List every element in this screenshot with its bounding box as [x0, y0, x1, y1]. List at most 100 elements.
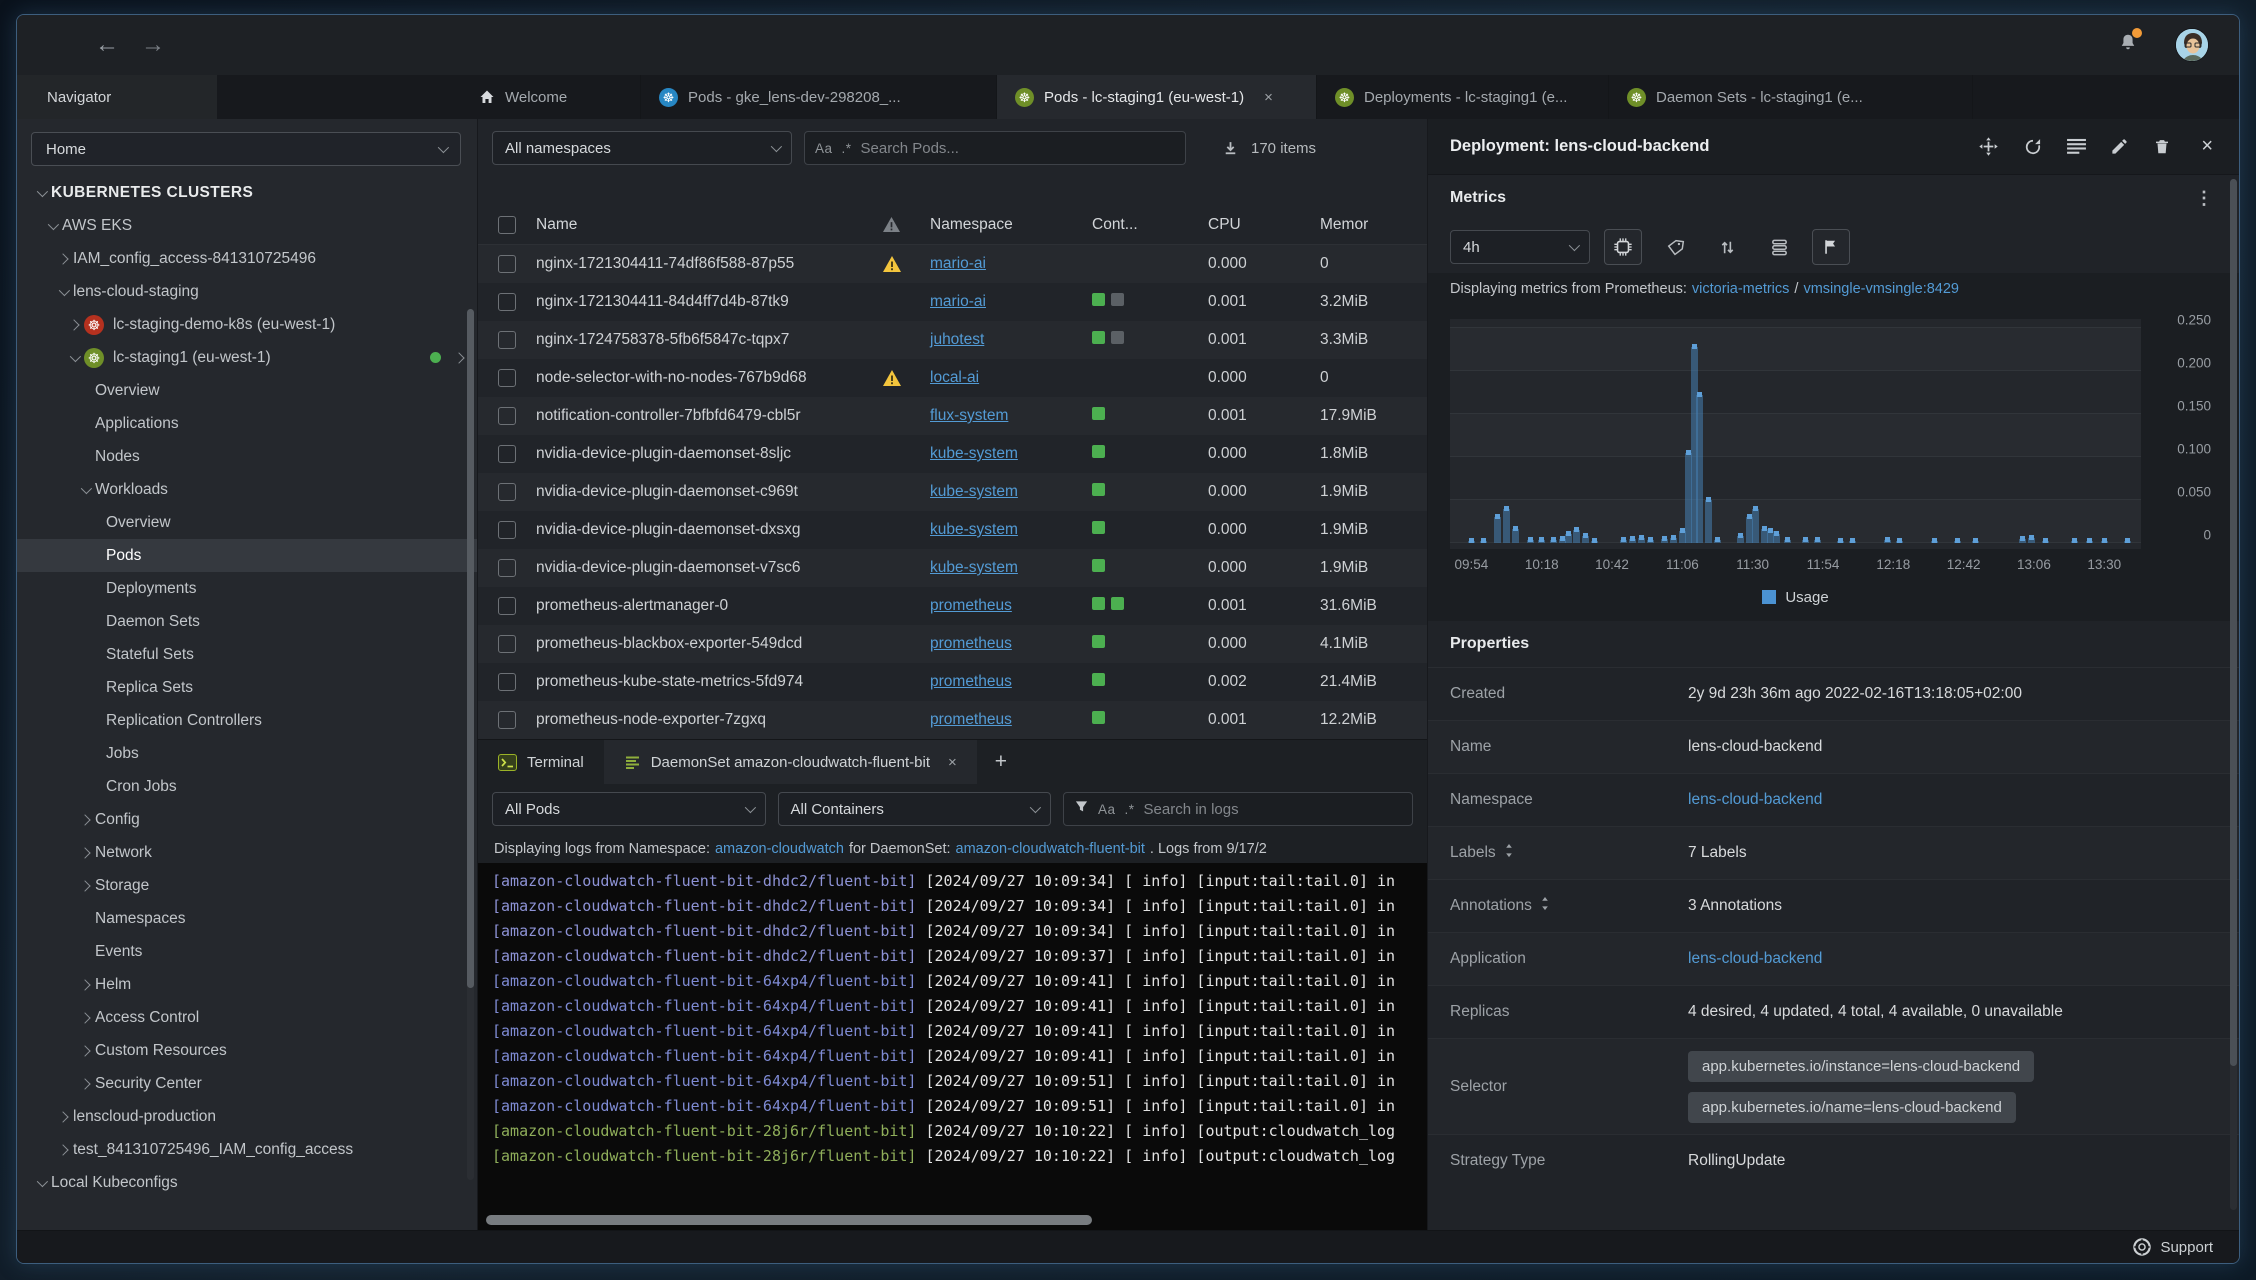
close-icon[interactable]: ×: [1264, 89, 1273, 106]
column-cpu[interactable]: CPU: [1208, 216, 1320, 234]
notifications-button[interactable]: [2117, 27, 2142, 59]
sidebar-item-access-control[interactable]: Access Control: [17, 1001, 477, 1034]
sidebar-item-custom-resources[interactable]: Custom Resources: [17, 1034, 477, 1067]
table-row[interactable]: prometheus-node-exporter-7zgxq prometheus…: [478, 701, 1427, 739]
table-row[interactable]: nvidia-device-plugin-daemonset-dxsxg kube…: [478, 511, 1427, 549]
close-icon[interactable]: ×: [2201, 135, 2213, 158]
row-checkbox[interactable]: [498, 673, 516, 691]
trash-icon[interactable]: [2153, 137, 2171, 156]
row-checkbox[interactable]: [498, 521, 516, 539]
row-checkbox[interactable]: [498, 483, 516, 501]
tag-icon[interactable]: [1656, 229, 1694, 265]
forward-arrow-icon[interactable]: →: [141, 33, 165, 57]
selector-badge[interactable]: app.kubernetes.io/instance=lens-cloud-ba…: [1688, 1050, 2035, 1082]
row-checkbox[interactable]: [498, 331, 516, 349]
table-row[interactable]: nvidia-device-plugin-daemonset-8sljc kube…: [478, 435, 1427, 473]
namespace-link[interactable]: prometheus: [930, 673, 1012, 690]
flag-icon[interactable]: [1812, 229, 1850, 265]
table-row[interactable]: prometheus-blackbox-exporter-549dcd prome…: [478, 625, 1427, 663]
match-case-icon[interactable]: Aa: [1098, 802, 1116, 817]
chart-plot-area[interactable]: [1450, 319, 2141, 549]
refresh-icon[interactable]: [2023, 137, 2043, 157]
property-value-link[interactable]: lens-cloud-backend: [1688, 791, 1822, 809]
table-row[interactable]: prometheus-alertmanager-0 prometheus 0.001…: [478, 587, 1427, 625]
sidebar-item-aws-eks[interactable]: AWS EKS: [17, 209, 477, 242]
log-search-input[interactable]: [1143, 800, 1402, 818]
namespace-link[interactable]: prometheus: [930, 597, 1012, 614]
sidebar-item-storage[interactable]: Storage: [17, 869, 477, 902]
row-checkbox[interactable]: [498, 711, 516, 729]
stack-icon[interactable]: [1760, 229, 1798, 265]
namespace-link[interactable]: mario-ai: [930, 255, 986, 272]
row-checkbox[interactable]: [498, 445, 516, 463]
row-checkbox[interactable]: [498, 255, 516, 273]
sidebar-item-applications[interactable]: Applications: [17, 407, 477, 440]
table-row[interactable]: nginx-1721304411-84d4ff7d4b-87tk9 mario-a…: [478, 283, 1427, 321]
table-row[interactable]: nvidia-device-plugin-daemonset-v7sc6 kube…: [478, 549, 1427, 587]
move-icon[interactable]: [1978, 136, 1999, 157]
sidebar-item-lc-staging1-eu-west-1-[interactable]: ☸ lc-staging1 (eu-west-1): [17, 341, 477, 374]
sidebar-item-overview[interactable]: Overview: [17, 506, 477, 539]
log-daemonset-link[interactable]: amazon-cloudwatch-fluent-bit: [956, 841, 1145, 857]
column-containers[interactable]: Cont...: [1092, 216, 1208, 234]
table-row[interactable]: nginx-1721304411-74df86f588-87p55 mario-a…: [478, 245, 1427, 283]
namespace-link[interactable]: mario-ai: [930, 293, 986, 310]
sidebar-item-cron-jobs[interactable]: Cron Jobs: [17, 770, 477, 803]
row-checkbox[interactable]: [498, 407, 516, 425]
table-row[interactable]: nvidia-device-plugin-daemonset-c969t kube…: [478, 473, 1427, 511]
row-checkbox[interactable]: [498, 635, 516, 653]
vmsingle-link[interactable]: vmsingle-vmsingle:8429: [1803, 281, 1959, 297]
chart-legend[interactable]: Usage: [1450, 579, 2141, 615]
regex-icon[interactable]: .*: [842, 141, 852, 156]
sidebar-item-test-841310725496-iam-config-acces[interactable]: test_841310725496_IAM_config_access: [17, 1133, 477, 1166]
select-all-checkbox[interactable]: [498, 215, 516, 234]
namespace-link[interactable]: prometheus: [930, 711, 1012, 728]
table-row[interactable]: prometheus-kube-state-metrics-5fd974 prom…: [478, 663, 1427, 701]
tab-deployments-lc-staging1-e-[interactable]: ☸ Deployments - lc-staging1 (e...: [1317, 75, 1609, 119]
sidebar-item-local-kubeconfigs[interactable]: Local Kubeconfigs: [17, 1166, 477, 1199]
sidebar-item-workloads[interactable]: Workloads: [17, 473, 477, 506]
prometheus-link[interactable]: victoria-metrics: [1692, 281, 1789, 297]
column-namespace[interactable]: Namespace: [930, 216, 1092, 234]
download-icon[interactable]: [1222, 140, 1239, 157]
row-checkbox[interactable]: [498, 559, 516, 577]
sidebar-scrollbar[interactable]: [467, 309, 474, 1180]
new-dock-tab-button[interactable]: +: [977, 740, 1025, 784]
context-select[interactable]: Home: [31, 132, 461, 166]
sidebar-item-daemon-sets[interactable]: Daemon Sets: [17, 605, 477, 638]
sidebar-item-iam-config-access-841310725496[interactable]: IAM_config_access-841310725496: [17, 242, 477, 275]
row-checkbox[interactable]: [498, 369, 516, 387]
namespace-filter-select[interactable]: All namespaces: [492, 131, 792, 165]
tab-pods-gke-lens-dev-298208-[interactable]: ☸ Pods - gke_lens-dev-298208_...: [641, 75, 997, 119]
sidebar-item-config[interactable]: Config: [17, 803, 477, 836]
filter-funnel-icon[interactable]: [1074, 799, 1089, 819]
container-filter-select[interactable]: All Containers: [777, 792, 1051, 826]
sidebar-item-lens-cloud-staging[interactable]: lens-cloud-staging: [17, 275, 477, 308]
sort-arrows-icon[interactable]: [1708, 229, 1746, 265]
cpu-chip-icon[interactable]: [1604, 229, 1642, 265]
user-avatar[interactable]: [2175, 28, 2209, 62]
property-value-link[interactable]: lens-cloud-backend: [1688, 950, 1822, 968]
pods-search-input[interactable]: [860, 139, 1175, 157]
match-case-icon[interactable]: Aa: [815, 141, 833, 156]
tab-pods-lc-staging1-eu-west-1-[interactable]: ☸ Pods - lc-staging1 (eu-west-1) ×: [997, 75, 1317, 119]
sidebar-item-deployments[interactable]: Deployments: [17, 572, 477, 605]
namespace-link[interactable]: prometheus: [930, 635, 1012, 652]
sidebar-item-security-center[interactable]: Security Center: [17, 1067, 477, 1100]
column-name[interactable]: Name: [536, 216, 882, 234]
tab-welcome[interactable]: Welcome: [461, 75, 641, 119]
edit-pencil-icon[interactable]: [2110, 137, 2129, 156]
back-arrow-icon[interactable]: ←: [95, 33, 119, 57]
sidebar-item-lc-staging-demo-k8s-eu-west-1-[interactable]: ☸ lc-staging-demo-k8s (eu-west-1): [17, 308, 477, 341]
panel-scrollbar[interactable]: [2230, 179, 2237, 1210]
sidebar-item-replication-controllers[interactable]: Replication Controllers: [17, 704, 477, 737]
log-namespace-link[interactable]: amazon-cloudwatch: [715, 841, 844, 857]
selector-badge[interactable]: app.kubernetes.io/name=lens-cloud-backen…: [1688, 1091, 2016, 1123]
namespace-link[interactable]: juhotest: [930, 331, 984, 348]
sidebar-item-nodes[interactable]: Nodes: [17, 440, 477, 473]
table-row[interactable]: notification-controller-7bfbfd6479-cbl5r…: [478, 397, 1427, 435]
dock-tab-terminal[interactable]: Terminal: [478, 740, 604, 784]
namespace-link[interactable]: kube-system: [930, 521, 1018, 538]
namespace-link[interactable]: kube-system: [930, 483, 1018, 500]
menu-lines-icon[interactable]: [2067, 138, 2087, 155]
